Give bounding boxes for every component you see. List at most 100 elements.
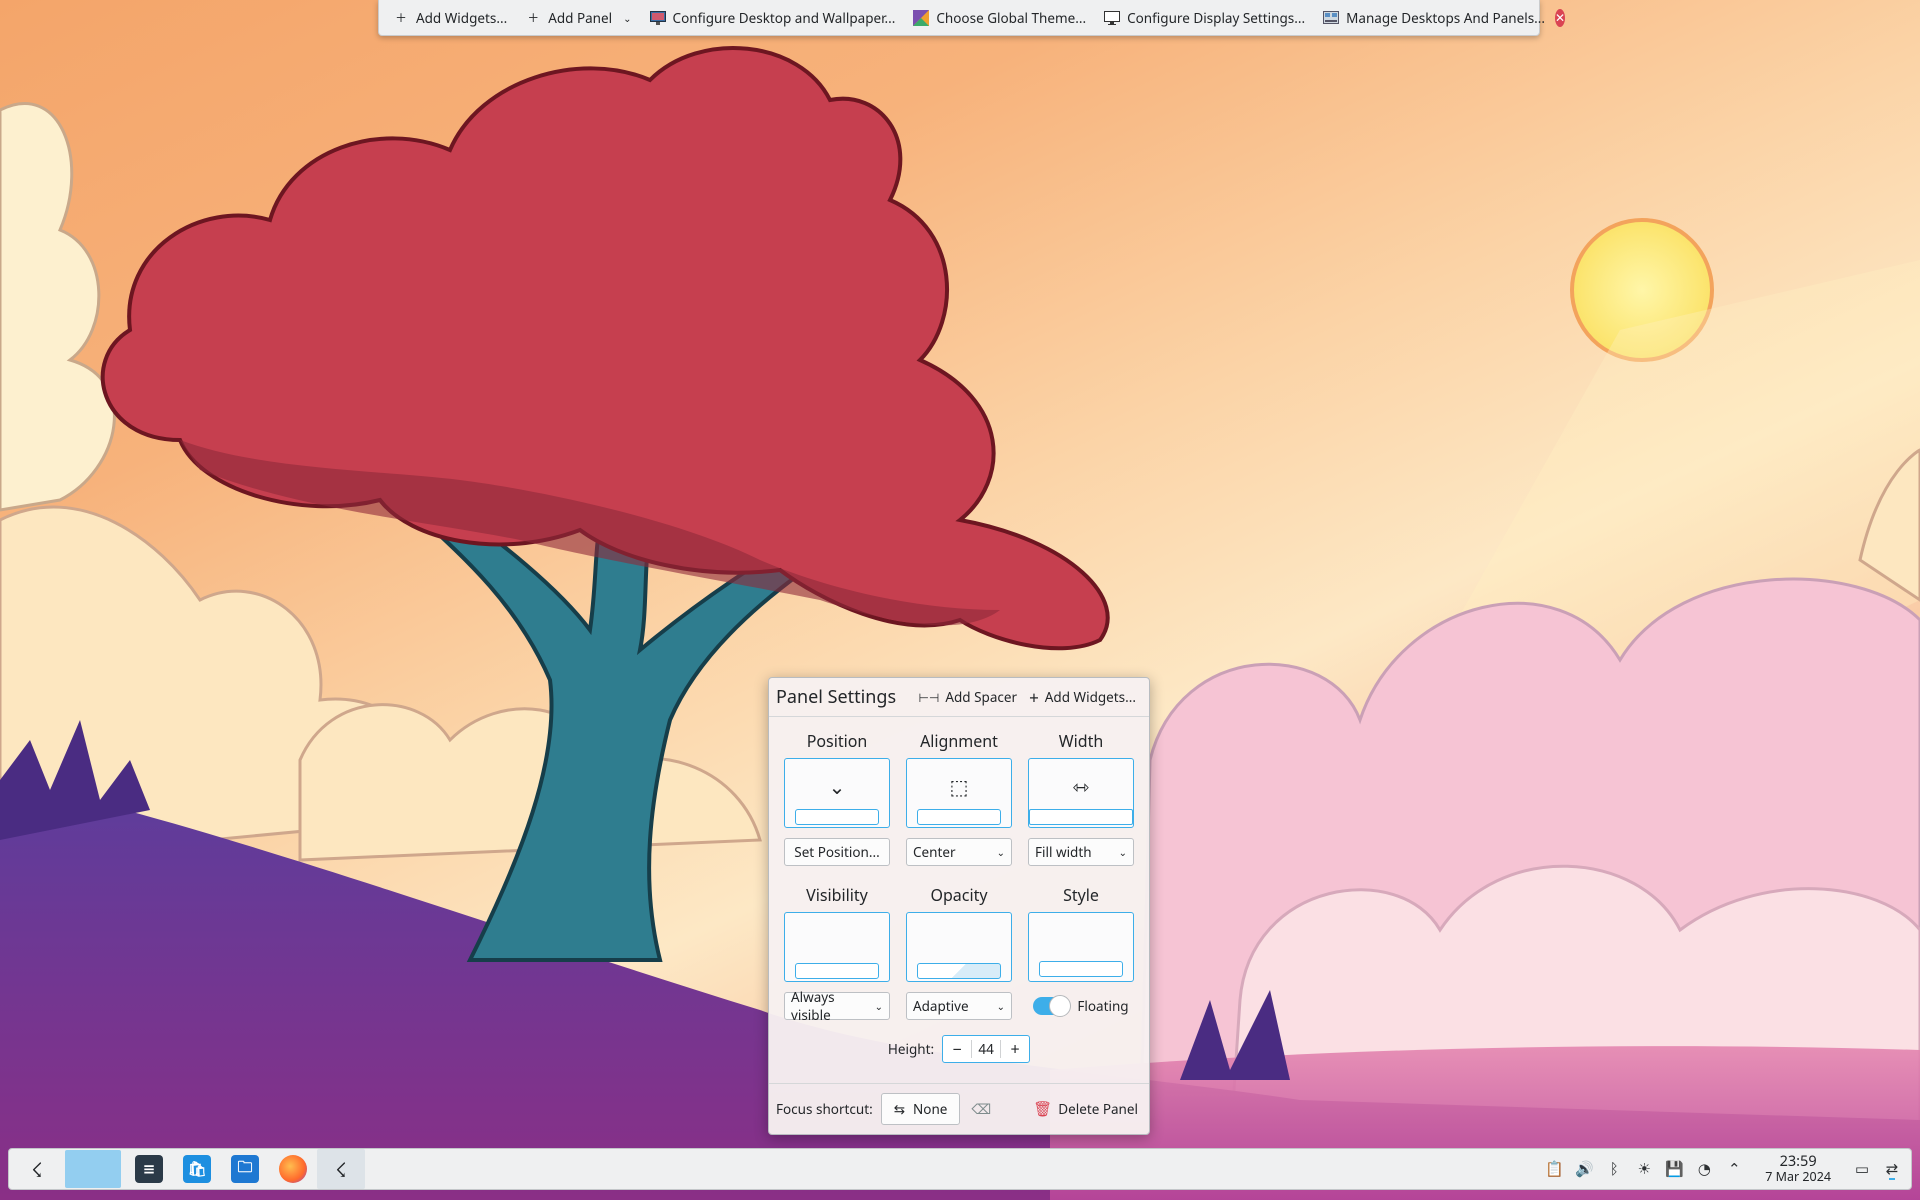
mini-panel xyxy=(917,963,1001,979)
alignment-preview: ⬚ xyxy=(906,758,1012,828)
set-position-button[interactable]: Set Position... xyxy=(784,838,890,866)
set-position-label: Set Position... xyxy=(794,843,880,861)
digital-clock[interactable]: 23:59 7 Mar 2024 xyxy=(1765,1153,1831,1186)
visibility-value: Always visible xyxy=(791,988,835,1024)
clear-shortcut-icon[interactable]: ⌫ xyxy=(968,1096,994,1122)
delete-panel-label: Delete Panel xyxy=(1058,1100,1138,1118)
add-widgets-panel-label: Add Widgets... xyxy=(1044,688,1136,706)
task-dolphin[interactable]: 🗀 xyxy=(221,1149,269,1189)
task-plasma-edit[interactable]: ☇ xyxy=(317,1149,365,1189)
focus-shortcut-button[interactable]: ⇆ None xyxy=(880,1093,961,1125)
mini-panel xyxy=(795,809,879,825)
focus-shortcut-label: Focus shortcut: xyxy=(776,1100,873,1118)
configure-shortcut-icon: ⇆ xyxy=(893,1100,906,1118)
task-system-settings[interactable]: ≡ xyxy=(125,1149,173,1189)
manage-desktops-button[interactable]: Manage Desktops And Panels... xyxy=(1315,4,1553,32)
add-widgets-label: Add Widgets... xyxy=(416,8,508,27)
mini-panel xyxy=(917,809,1001,825)
discover-store-icon: 🛍 xyxy=(183,1155,211,1183)
visibility-section: Visibility Always visible ⌄ xyxy=(783,884,891,1024)
volume-icon[interactable]: 🔊 xyxy=(1575,1159,1594,1179)
floating-switch[interactable] xyxy=(1033,995,1072,1017)
panel-configure-icon[interactable]: ⇄ xyxy=(1883,1159,1901,1180)
bottom-panel: ☇ ≡ 🛍 🗀 ☇ 📋 🔊 ᛒ ☀ 💾 ◔ ⌃ 23:59 7 Mar 2024… xyxy=(8,1148,1912,1190)
chevron-down-icon: ⌄ xyxy=(996,845,1005,859)
plus-icon: + xyxy=(528,5,539,30)
floating-label: Floating xyxy=(1077,997,1129,1015)
chevron-down-icon: ⌄ xyxy=(828,773,846,800)
system-settings-icon: ≡ xyxy=(135,1155,163,1183)
trash-icon: 🗑 xyxy=(1033,1099,1053,1119)
brightness-icon[interactable]: ☀ xyxy=(1635,1159,1653,1179)
width-value: Fill width xyxy=(1035,843,1092,861)
configure-desktop-button[interactable]: Configure Desktop and Wallpaper... xyxy=(642,4,904,32)
add-widgets-panel-button[interactable]: + Add Widgets... xyxy=(1023,683,1142,711)
width-select[interactable]: Fill width ⌄ xyxy=(1028,838,1134,866)
manage-desktops-label: Manage Desktops And Panels... xyxy=(1346,8,1546,27)
choose-global-theme-button[interactable]: Choose Global Theme... xyxy=(905,4,1094,32)
opacity-select[interactable]: Adaptive ⌄ xyxy=(906,992,1012,1020)
height-spinbox[interactable]: − 44 + xyxy=(942,1035,1031,1063)
add-spacer-label: Add Spacer xyxy=(945,688,1018,706)
close-edit-mode-button[interactable]: ✕ xyxy=(1555,8,1566,27)
mini-panel xyxy=(795,963,879,979)
application-launcher[interactable]: ☇ xyxy=(13,1149,61,1189)
chevron-down-icon: ⌄ xyxy=(874,999,883,1013)
visibility-select[interactable]: Always visible ⌄ xyxy=(784,988,890,1024)
firefox-icon xyxy=(279,1155,307,1183)
opacity-value: Adaptive xyxy=(913,997,969,1015)
bluetooth-icon[interactable]: ᛒ xyxy=(1605,1159,1623,1179)
chevron-down-icon: ⌄ xyxy=(996,999,1005,1013)
expand-tray-icon[interactable]: ⌃ xyxy=(1725,1159,1743,1179)
visibility-preview xyxy=(784,912,890,982)
clipboard-icon[interactable]: 📋 xyxy=(1545,1159,1564,1179)
style-label: Style xyxy=(1063,884,1099,906)
width-section: Width ⇿ Fill width ⌄ xyxy=(1027,730,1135,866)
alignment-select[interactable]: Center ⌄ xyxy=(906,838,1012,866)
edit-mode-toolbar: + Add Widgets... + Add Panel ⌄ Configure… xyxy=(378,0,1566,36)
height-label: Height: xyxy=(887,1040,935,1058)
kde-logo-icon: ☇ xyxy=(335,1155,347,1183)
show-desktop-icon[interactable]: ▭ xyxy=(1853,1159,1871,1179)
task-firefox[interactable] xyxy=(269,1149,317,1189)
style-preview xyxy=(1028,912,1134,982)
alignment-label: Alignment xyxy=(920,730,998,752)
visibility-label: Visibility xyxy=(806,884,868,906)
position-label: Position xyxy=(806,730,868,752)
panel-settings-title: Panel Settings xyxy=(776,685,897,709)
fill-width-icon: ⇿ xyxy=(1072,773,1090,800)
storage-icon[interactable]: 💾 xyxy=(1665,1159,1684,1179)
floating-toggle[interactable]: Floating xyxy=(1033,992,1129,1020)
clock-date: 7 Mar 2024 xyxy=(1765,1168,1831,1186)
desktops-panels-icon xyxy=(1323,10,1340,26)
increase-icon[interactable]: + xyxy=(1001,1038,1029,1060)
plus-icon: + xyxy=(1029,685,1039,709)
add-panel-button[interactable]: + Add Panel ⌄ xyxy=(517,4,639,32)
display-icon xyxy=(1104,10,1121,26)
align-center-icon: ⬚ xyxy=(949,773,969,800)
delete-panel-button[interactable]: 🗑 Delete Panel xyxy=(1029,1099,1142,1119)
decrease-icon[interactable]: − xyxy=(943,1038,971,1060)
folder-icon: 🗀 xyxy=(231,1155,259,1183)
task-discover[interactable]: 🛍 xyxy=(173,1149,221,1189)
opacity-preview xyxy=(906,912,1012,982)
alignment-section: Alignment ⬚ Center ⌄ xyxy=(905,730,1013,866)
panel-settings-header: Panel Settings ⊢⊣ Add Spacer + Add Widge… xyxy=(769,678,1149,717)
spacer-icon: ⊢⊣ xyxy=(918,688,940,706)
add-spacer-button[interactable]: ⊢⊣ Add Spacer xyxy=(912,683,1023,711)
height-row: Height: − 44 + xyxy=(769,1035,1149,1063)
position-preview[interactable]: ⌄ xyxy=(784,758,890,828)
kde-logo-icon: ☇ xyxy=(31,1155,43,1183)
virtual-desktop-pager[interactable] xyxy=(65,1150,121,1188)
width-preview: ⇿ xyxy=(1028,758,1134,828)
style-section: Style Floating xyxy=(1027,884,1135,1020)
configure-display-button[interactable]: Configure Display Settings... xyxy=(1096,4,1313,32)
add-widgets-button[interactable]: + Add Widgets... xyxy=(385,4,515,32)
theme-icon xyxy=(913,9,930,26)
add-panel-label: Add Panel xyxy=(548,8,613,27)
panel-settings-footer: Focus shortcut: ⇆ None ⌫ 🗑 Delete Panel xyxy=(769,1083,1149,1134)
height-value[interactable]: 44 xyxy=(971,1040,1002,1058)
panel-settings-dialog: Panel Settings ⊢⊣ Add Spacer + Add Widge… xyxy=(768,677,1150,1135)
wifi-icon[interactable]: ◔ xyxy=(1695,1159,1713,1179)
monitor-wallpaper-icon xyxy=(649,10,666,26)
